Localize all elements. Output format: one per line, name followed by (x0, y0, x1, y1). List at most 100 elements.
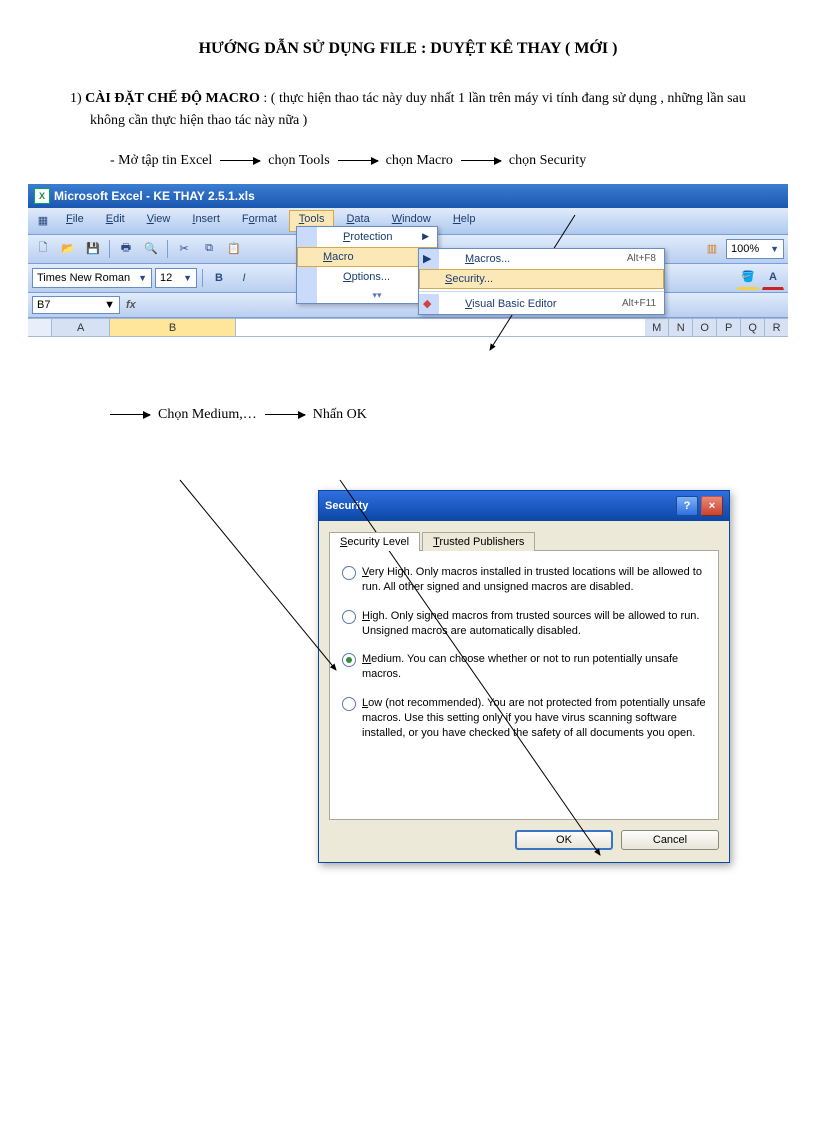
col-header[interactable]: Q (741, 319, 765, 337)
menu-item-protection[interactable]: Protection ▶ (297, 227, 437, 247)
dropdown-icon: ▼ (138, 273, 147, 283)
chart-icon[interactable]: ▥ (701, 238, 723, 260)
menu-format[interactable]: Format (232, 210, 287, 232)
print-icon[interactable]: 🖶 (115, 238, 137, 260)
radio-very-high[interactable]: Very High. Only macros installed in trus… (342, 565, 706, 595)
flow-steps-1: - Mở tập tin Excel chọn Tools chọn Macro… (110, 153, 756, 169)
cancel-button[interactable]: Cancel (621, 830, 719, 850)
help-button[interactable]: ? (676, 496, 698, 516)
security-dialog: Security ? × Security Level Trusted Publ… (318, 490, 730, 863)
radio-low[interactable]: Low (not recommended). You are not prote… (342, 696, 706, 741)
radio-label: Low (not recommended). You are not prote… (362, 696, 706, 741)
radio-label: High. Only signed macros from trusted so… (362, 609, 706, 639)
dropdown-icon: ▼ (770, 244, 779, 254)
submenu-item-security[interactable]: Security... (419, 269, 664, 289)
menu-label: Visual Basic Editor (465, 298, 557, 310)
open-icon[interactable]: 📂 (57, 238, 79, 260)
submenu-item-macros[interactable]: ▶ Macros... Alt+F8 (419, 249, 664, 269)
dialog-tabs: Security Level Trusted Publishers (329, 531, 719, 551)
col-header[interactable]: R (765, 319, 788, 337)
bold-icon[interactable]: B (208, 267, 230, 289)
italic-icon[interactable]: I (233, 267, 255, 289)
arrow-icon (110, 414, 150, 415)
radio-icon (342, 566, 356, 580)
radio-icon (342, 610, 356, 624)
dialog-titlebar: Security ? × (319, 491, 729, 521)
separator (109, 240, 110, 258)
menu-insert[interactable]: Insert (182, 210, 230, 232)
font-color-icon[interactable]: A (762, 266, 784, 290)
col-header[interactable]: M (645, 319, 669, 337)
arrow-icon (461, 160, 501, 161)
font-size-value: 12 (160, 272, 172, 284)
flow-step-choose-tools: chọn Tools (268, 153, 329, 169)
excel-titlebar: X Microsoft Excel - KE THAY 2.5.1.xls (28, 184, 788, 208)
col-header[interactable]: N (669, 319, 693, 337)
copy-icon[interactable]: ⧉ (198, 238, 220, 260)
radio-label: Very High. Only macros installed in trus… (362, 565, 706, 595)
cut-icon[interactable]: ✂ (173, 238, 195, 260)
col-header-selected[interactable]: B (110, 319, 235, 337)
submenu-item-vbe[interactable]: ◆ Visual Basic Editor Alt+F11 (419, 294, 664, 314)
tab-security-level[interactable]: Security Level (329, 532, 420, 551)
menu-label: Protection (343, 231, 393, 243)
submenu-arrow-icon: ▶ (422, 231, 429, 242)
col-header[interactable]: A (52, 319, 110, 337)
paste-icon[interactable]: 📋 (223, 238, 245, 260)
menu-label: Security... (445, 273, 493, 285)
radio-high[interactable]: High. Only signed macros from trusted so… (342, 609, 706, 639)
dialog-actions: OK Cancel (329, 830, 719, 850)
chevron-down-icon: ▾▾ (372, 290, 381, 300)
macros-icon: ▶ (423, 252, 431, 265)
vbe-icon: ◆ (423, 297, 431, 310)
menu-edit[interactable]: Edit (96, 210, 135, 232)
radio-label: Medium. You can choose whether or not to… (362, 652, 706, 682)
flow-step-press-ok: Nhấn OK (313, 407, 367, 423)
arrow-icon (265, 414, 305, 415)
menu-expand-chevron[interactable]: ▾▾ (297, 287, 437, 303)
close-button[interactable]: × (701, 496, 723, 516)
col-header[interactable]: O (693, 319, 717, 337)
tools-dropdown: Protection ▶ Macro ▶ Options... ▾▾ (296, 226, 438, 304)
separator (202, 269, 203, 287)
menu-view[interactable]: View (137, 210, 181, 232)
save-icon[interactable]: 💾 (82, 238, 104, 260)
radio-icon-checked (342, 653, 356, 667)
font-size-box[interactable]: 12 ▼ (155, 268, 197, 288)
fx-icon[interactable]: fx (126, 299, 136, 311)
font-name-box[interactable]: Times New Roman ▼ (32, 268, 152, 288)
tab-trusted-publishers[interactable]: Trusted Publishers (422, 532, 535, 551)
excel-icon: X (34, 188, 50, 204)
name-box[interactable]: B7 ▼ (32, 296, 120, 314)
radio-medium[interactable]: Medium. You can choose whether or not to… (342, 652, 706, 682)
macro-submenu: ▶ Macros... Alt+F8 Security... ◆ Visual … (418, 248, 665, 315)
menu-label: Macro (323, 251, 354, 263)
section-number: 1) (70, 91, 82, 106)
flow-steps-2: Chọn Medium,… Nhấn OK (110, 407, 756, 423)
menu-file[interactable]: File (56, 210, 94, 232)
excel-window: X Microsoft Excel - KE THAY 2.5.1.xls ▦ … (28, 184, 788, 337)
select-all-corner[interactable] (28, 319, 52, 337)
section-1: 1) CÀI ĐẶT CHẾ ĐỘ MACRO : ( thực hiện th… (90, 88, 756, 133)
menu-help[interactable]: Help (443, 210, 486, 232)
ok-button[interactable]: OK (515, 830, 613, 850)
worksheet-icon: ▦ (32, 210, 54, 232)
new-icon[interactable]: 🗋 (32, 238, 54, 260)
dialog-title-text: Security (325, 500, 368, 512)
section-heading: CÀI ĐẶT CHẾ ĐỘ MACRO (85, 91, 260, 106)
col-header[interactable]: P (717, 319, 741, 337)
menu-item-macro[interactable]: Macro ▶ (297, 247, 437, 267)
flow-step-choose-security: chọn Security (509, 153, 586, 169)
separator (167, 240, 168, 258)
preview-icon[interactable]: 🔍 (140, 238, 162, 260)
security-level-pane: Very High. Only macros installed in trus… (329, 551, 719, 820)
fill-color-icon[interactable]: 🪣 (737, 266, 759, 290)
flow-step-open-excel: - Mở tập tin Excel (110, 153, 212, 169)
dropdown-icon: ▼ (104, 299, 115, 311)
dropdown-icon: ▼ (183, 273, 192, 283)
menu-item-options[interactable]: Options... (297, 267, 437, 287)
menu-label: Options... (343, 271, 390, 283)
name-box-value: B7 (37, 299, 50, 311)
zoom-box[interactable]: 100% ▼ (726, 239, 784, 259)
shortcut-text: Alt+F8 (607, 253, 656, 264)
